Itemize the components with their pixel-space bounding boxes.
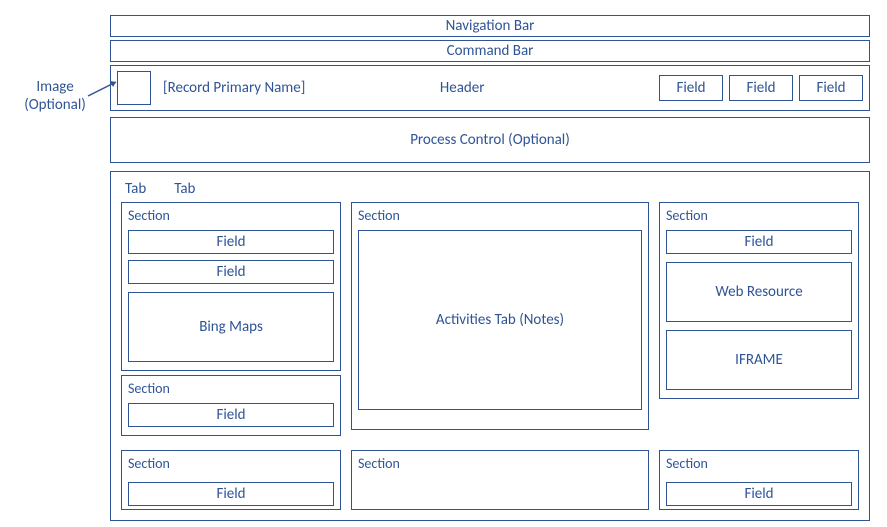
field: Field xyxy=(128,403,334,427)
header-field: Field xyxy=(729,75,793,101)
section-label: Section xyxy=(128,455,334,472)
field: Field xyxy=(666,230,852,254)
section: Section Activities Tab (Notes) xyxy=(351,202,649,430)
left-column: Section Field Field Bing Maps Section Fi… xyxy=(121,198,341,436)
navigation-bar: Navigation Bar xyxy=(110,15,870,37)
section: Section Field Field Bing Maps xyxy=(121,202,341,371)
section-label: Section xyxy=(128,380,334,397)
header-title: Header xyxy=(315,79,649,97)
middle-column: Section Activities Tab (Notes) xyxy=(351,198,649,436)
command-bar-label: Command Bar xyxy=(447,42,534,60)
section: Section Field xyxy=(121,375,341,436)
record-primary-name: [Record Primary Name] xyxy=(163,79,305,97)
layout-diagram: Navigation Bar Command Bar [Record Prima… xyxy=(110,15,870,521)
header-fields: Field Field Field xyxy=(659,75,863,101)
field: Field xyxy=(128,260,334,284)
web-resource-placeholder: Web Resource xyxy=(666,262,852,322)
header-field: Field xyxy=(799,75,863,101)
iframe-label: IFRAME xyxy=(735,351,783,369)
web-resource-label: Web Resource xyxy=(715,283,802,301)
section: Section xyxy=(351,450,649,510)
bing-maps-placeholder: Bing Maps xyxy=(128,292,334,362)
navigation-bar-label: Navigation Bar xyxy=(446,17,535,35)
field: Field xyxy=(666,482,852,506)
process-control: Process Control (Optional) xyxy=(110,117,870,163)
section-label: Section xyxy=(358,455,642,472)
section-label: Section xyxy=(128,207,334,224)
section-label: Section xyxy=(358,207,642,224)
tabs-row: Tab Tab xyxy=(117,178,863,198)
section: Section Field xyxy=(659,450,859,510)
section-label: Section xyxy=(666,455,852,472)
process-control-label: Process Control (Optional) xyxy=(410,131,570,149)
section: Section Field Web Resource IFRAME xyxy=(659,202,859,399)
section-label: Section xyxy=(666,207,852,224)
iframe-placeholder: IFRAME xyxy=(666,330,852,390)
form-body: Tab Tab Section Field Field Bing Maps Se… xyxy=(110,171,870,521)
field: Field xyxy=(128,230,334,254)
record-image-placeholder xyxy=(117,71,151,105)
command-bar: Command Bar xyxy=(110,40,870,62)
activities-tab-placeholder: Activities Tab (Notes) xyxy=(358,230,642,410)
activities-label: Activities Tab (Notes) xyxy=(436,311,564,329)
right-column: Section Field Web Resource IFRAME xyxy=(659,198,859,436)
bing-maps-label: Bing Maps xyxy=(199,318,263,336)
header-bar: [Record Primary Name] Header Field Field… xyxy=(110,65,870,111)
tab: Tab xyxy=(174,180,195,198)
section: Section Field xyxy=(121,450,341,510)
tab: Tab xyxy=(125,180,146,198)
header-field: Field xyxy=(659,75,723,101)
field: Field xyxy=(128,482,334,506)
